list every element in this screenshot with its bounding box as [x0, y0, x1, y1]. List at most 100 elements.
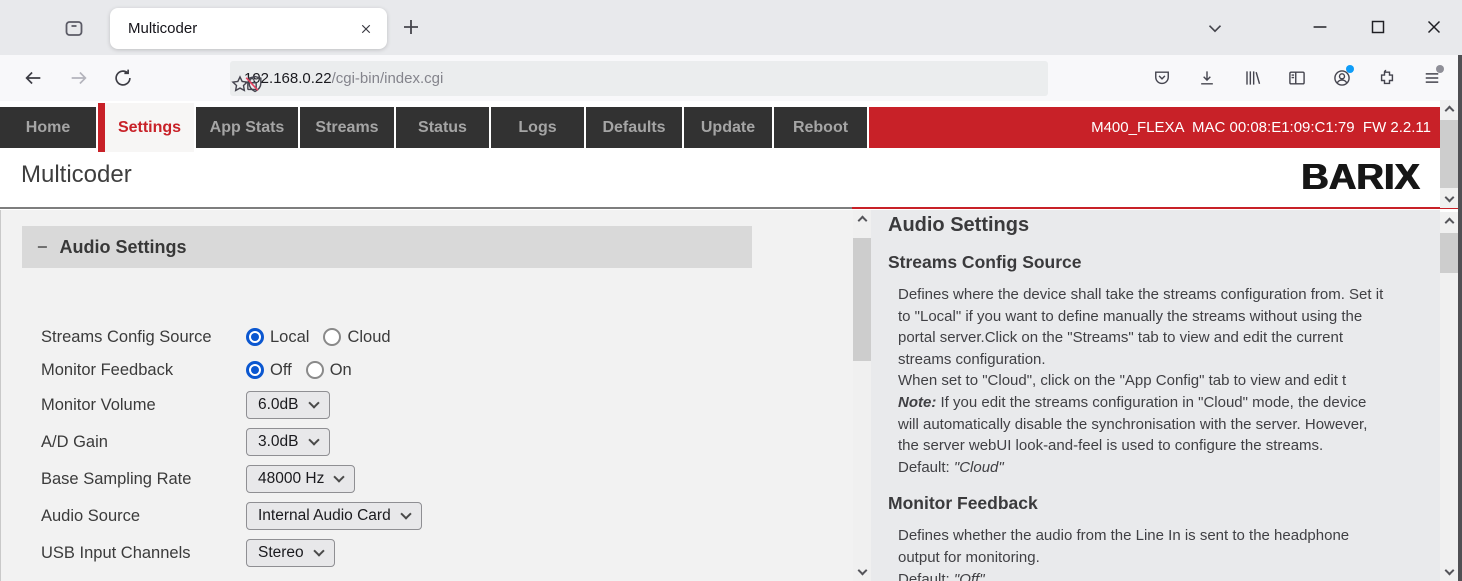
field-label: Audio Source: [41, 507, 246, 526]
menu-notification-dot: [1436, 65, 1444, 73]
row-usb-input-channels: USB Input Channels Stereo: [41, 539, 422, 567]
radio-on[interactable]: [306, 361, 324, 379]
bookmark-star-icon[interactable]: [230, 74, 250, 94]
scroll-down-button[interactable]: [853, 563, 871, 581]
window-minimize-button[interactable]: [1309, 16, 1331, 38]
pocket-icon[interactable]: [1152, 68, 1172, 88]
radio-cloud[interactable]: [323, 328, 341, 346]
note-text: If you edit the streams configuration in…: [898, 394, 1367, 454]
barix-logo: BARIX: [1301, 156, 1420, 198]
settings-frame: − Audio Settings Streams Config Source L…: [0, 210, 853, 581]
chevron-down-icon: [308, 397, 319, 408]
device-info-text: M400_FLEXA MAC 00:08:E1:09:C1:79 FW 2.2.…: [1091, 119, 1440, 136]
new-tab-button[interactable]: [399, 15, 423, 39]
radio-off[interactable]: [246, 361, 264, 379]
header-frame-scrollbar[interactable]: [1440, 100, 1458, 208]
window-maximize-button[interactable]: [1367, 16, 1389, 38]
select-value: 3.0dB: [258, 433, 299, 451]
chevron-down-icon: [334, 471, 345, 482]
audio-source-select[interactable]: Internal Audio Card: [246, 502, 422, 530]
select-value: Stereo: [258, 544, 304, 562]
window-right-border: [1458, 55, 1462, 581]
tab-close-icon[interactable]: [357, 20, 375, 38]
scrollbar-thumb[interactable]: [1440, 120, 1458, 188]
radio-label-cloud: Cloud: [347, 328, 390, 347]
browser-window: Multicoder: [0, 0, 1462, 581]
field-label: Monitor Volume: [41, 396, 246, 415]
nav-tab-settings[interactable]: Settings: [98, 103, 194, 152]
row-base-sampling-rate: Base Sampling Rate 48000 Hz: [41, 465, 422, 493]
radio-label-on: On: [330, 361, 352, 380]
library-icon[interactable]: [1242, 68, 1262, 88]
nav-tab-logs[interactable]: Logs: [491, 107, 584, 148]
scroll-down-button[interactable]: [1440, 563, 1458, 581]
nav-tab-defaults[interactable]: Defaults: [586, 107, 682, 148]
url-bar[interactable]: 192.168.0.22/cgi-bin/index.cgi: [230, 61, 1048, 96]
ad-gain-select[interactable]: 3.0dB: [246, 428, 330, 456]
collapse-minus-icon[interactable]: −: [37, 237, 48, 258]
back-button[interactable]: [22, 67, 44, 89]
downloads-icon[interactable]: [1197, 68, 1217, 88]
chevron-down-icon: [400, 508, 411, 519]
default-value: "Cloud": [954, 459, 1004, 476]
nav-tab-reboot[interactable]: Reboot: [774, 107, 867, 148]
nav-tab-home[interactable]: Home: [0, 107, 96, 148]
chevron-down-icon: [313, 545, 324, 556]
base-sampling-rate-select[interactable]: 48000 Hz: [246, 465, 355, 493]
sidebar-icon[interactable]: [1287, 68, 1307, 88]
usb-input-channels-select[interactable]: Stereo: [246, 539, 335, 567]
field-label: Monitor Feedback: [41, 361, 246, 380]
tab-title: Multicoder: [128, 20, 357, 37]
scrollbar-thumb[interactable]: [853, 238, 871, 361]
content-area: − Audio Settings Streams Config Source L…: [0, 209, 1462, 581]
account-notification-dot: [1346, 65, 1354, 73]
default-label: Default:: [898, 459, 954, 476]
scroll-up-button[interactable]: [1440, 100, 1458, 118]
nav-tab-status[interactable]: Status: [396, 107, 489, 148]
scrollbar-thumb[interactable]: [1440, 233, 1458, 273]
help-heading-monitor-feedback: Monitor Feedback: [888, 493, 1440, 514]
select-value: Internal Audio Card: [258, 507, 391, 525]
select-value: 6.0dB: [258, 396, 299, 414]
help-paragraph: Defines where the device shall take the …: [898, 286, 1383, 389]
radio-label-off: Off: [270, 361, 292, 380]
browser-tab[interactable]: Multicoder: [110, 8, 387, 49]
settings-frame-scrollbar[interactable]: [853, 210, 871, 581]
help-text: Defines whether the audio from the Line …: [898, 525, 1438, 581]
note-label: Note:: [898, 394, 936, 411]
nav-tab-app-stats[interactable]: App Stats: [196, 107, 298, 148]
radio-label-local: Local: [270, 328, 309, 347]
reload-button[interactable]: [112, 67, 134, 89]
device-info-banner: M400_FLEXA MAC 00:08:E1:09:C1:79 FW 2.2.…: [869, 107, 1440, 148]
help-frame: Audio Settings Streams Config Source Def…: [871, 210, 1440, 581]
help-title: Audio Settings: [888, 214, 1440, 237]
firefox-view-icon[interactable]: [62, 16, 86, 40]
row-streams-config-source: Streams Config Source Local Cloud: [41, 325, 422, 349]
url-path: /cgi-bin/index.cgi: [332, 70, 444, 87]
list-all-tabs-icon[interactable]: [1204, 17, 1226, 39]
chevron-down-icon: [308, 434, 319, 445]
scroll-up-button[interactable]: [1440, 212, 1458, 230]
extensions-puzzle-icon[interactable]: [1377, 68, 1397, 88]
forward-button[interactable]: [68, 67, 90, 89]
field-label: USB Input Channels: [41, 544, 246, 563]
browser-toolbar: 192.168.0.22/cgi-bin/index.cgi: [0, 55, 1462, 101]
scroll-up-button[interactable]: [853, 210, 871, 228]
page-header: Multicoder BARIX: [0, 148, 1440, 207]
help-text: Defines where the device shall take the …: [898, 284, 1438, 478]
scroll-down-button[interactable]: [1440, 190, 1458, 208]
help-heading-streams-config-source: Streams Config Source: [888, 252, 1440, 273]
default-label: Default:: [898, 571, 954, 581]
row-monitor-volume: Monitor Volume 6.0dB: [41, 391, 422, 419]
nav-tab-update[interactable]: Update: [684, 107, 772, 148]
nav-tab-streams[interactable]: Streams: [300, 107, 394, 148]
field-label: Streams Config Source: [41, 328, 246, 347]
radio-local[interactable]: [246, 328, 264, 346]
help-paragraph: Defines whether the audio from the Line …: [898, 527, 1349, 566]
window-close-button[interactable]: [1423, 16, 1445, 38]
audio-settings-section-header[interactable]: − Audio Settings: [22, 226, 752, 268]
url-text: 192.168.0.22/cgi-bin/index.cgi: [244, 70, 1048, 87]
help-frame-scrollbar[interactable]: [1440, 212, 1458, 581]
default-value: "Off": [954, 571, 985, 581]
monitor-volume-select[interactable]: 6.0dB: [246, 391, 330, 419]
